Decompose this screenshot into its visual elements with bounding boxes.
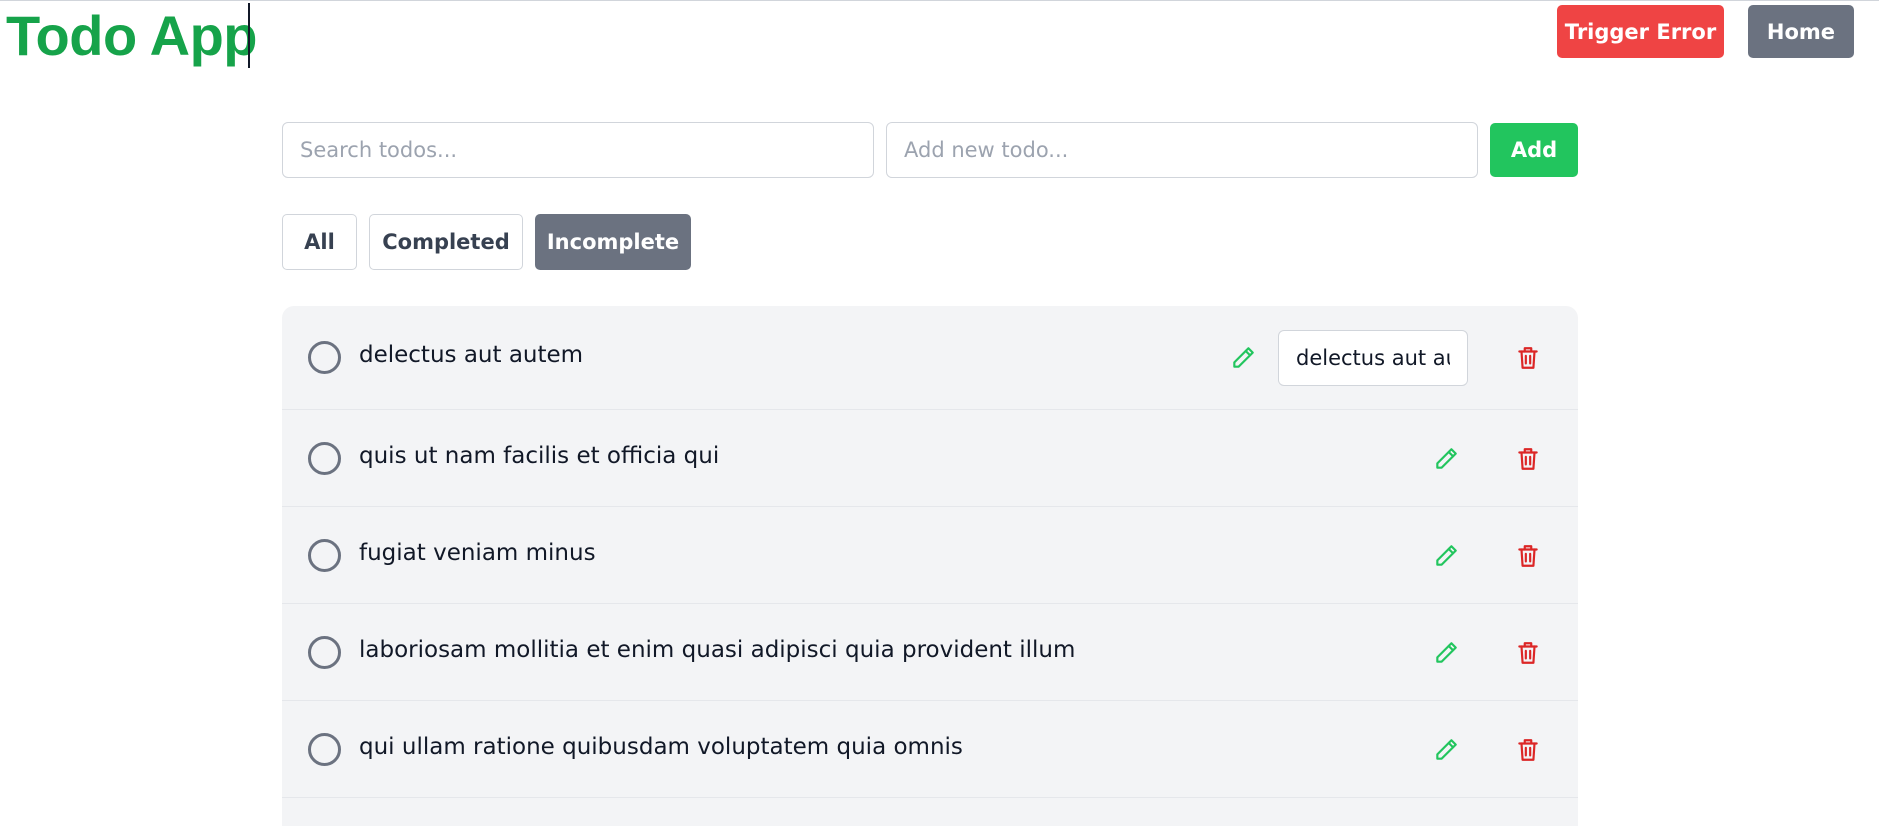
todo-text: laboriosam mollitia et enim quasi adipis… [359, 637, 1076, 663]
app-title: Todo App [6, 4, 258, 67]
trash-icon [1518, 642, 1538, 664]
pencil-icon [1233, 347, 1254, 368]
complete-toggle[interactable] [308, 636, 341, 669]
complete-toggle[interactable] [308, 442, 341, 475]
trash-icon [1518, 448, 1538, 470]
pencil-icon [1436, 545, 1457, 566]
filter-completed-button[interactable]: Completed [369, 214, 523, 270]
todo-row: delectus aut autem [282, 306, 1578, 410]
search-input[interactable] [282, 122, 874, 178]
complete-toggle[interactable] [308, 539, 341, 572]
edit-button[interactable] [1428, 538, 1464, 574]
edit-button[interactable] [1225, 340, 1261, 376]
delete-button[interactable] [1510, 635, 1546, 671]
delete-button[interactable] [1510, 732, 1546, 768]
pencil-icon [1436, 739, 1457, 760]
todo-text: fugiat veniam minus [359, 540, 596, 566]
pencil-icon [1436, 448, 1457, 469]
home-button[interactable]: Home [1748, 5, 1854, 58]
edit-button[interactable] [1428, 732, 1464, 768]
delete-button[interactable] [1510, 441, 1546, 477]
trash-icon [1518, 545, 1538, 567]
edit-todo-input[interactable] [1278, 330, 1468, 386]
delete-button[interactable] [1510, 538, 1546, 574]
text-caret [248, 3, 250, 68]
pencil-icon [1436, 642, 1457, 663]
todo-row: fugiat veniam minus [282, 507, 1578, 604]
todo-row: laboriosam mollitia et enim quasi adipis… [282, 604, 1578, 701]
trash-icon [1518, 347, 1538, 369]
trash-icon [1518, 739, 1538, 761]
todo-text: qui ullam ratione quibusdam voluptatem q… [359, 734, 963, 760]
top-border [0, 0, 1879, 1]
todo-text: delectus aut autem [359, 342, 584, 368]
edit-button[interactable] [1428, 441, 1464, 477]
edit-button[interactable] [1428, 635, 1464, 671]
todo-list: delectus aut autem quis ut nam facilis e… [282, 306, 1578, 826]
new-todo-input[interactable] [886, 122, 1478, 178]
todo-row: qui ullam ratione quibusdam voluptatem q… [282, 701, 1578, 798]
complete-toggle[interactable] [308, 733, 341, 766]
trigger-error-button[interactable]: Trigger Error [1557, 5, 1724, 58]
todo-row: quis ut nam facilis et officia qui [282, 410, 1578, 507]
add-todo-button[interactable]: Add [1490, 123, 1578, 177]
delete-button[interactable] [1510, 340, 1546, 376]
complete-toggle[interactable] [308, 341, 341, 374]
filter-incomplete-button[interactable]: Incomplete [535, 214, 691, 270]
filter-all-button[interactable]: All [282, 214, 357, 270]
todo-text: quis ut nam facilis et officia qui [359, 443, 720, 469]
